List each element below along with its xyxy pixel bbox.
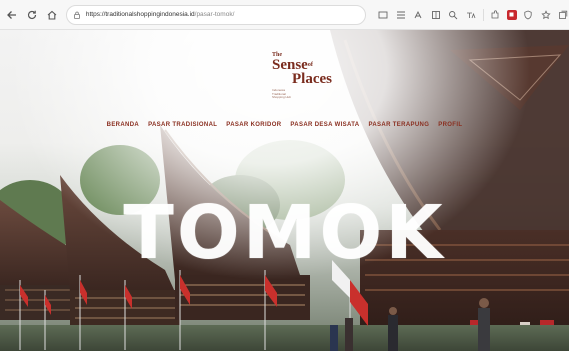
lock-icon [73, 11, 80, 19]
url-domain: https://traditionalshoppingindonesia.id [85, 11, 195, 18]
reader-icon[interactable] [430, 9, 442, 21]
menu-item-pasar-desa-wisata[interactable]: PASAR DESA WISATA [290, 122, 359, 128]
grid-icon[interactable] [395, 9, 407, 21]
toolbar-divider [482, 8, 484, 21]
url-path: /pasar-tomok/ [194, 11, 235, 18]
shield-icon[interactable] [522, 9, 534, 21]
site-logo[interactable]: The Senseof Places Indonesia Traditional… [272, 52, 352, 112]
translate-icon[interactable] [465, 9, 477, 21]
logo-places: Places [292, 71, 332, 87]
collections-icon[interactable] [557, 9, 569, 21]
address-bar[interactable]: https://traditionalshoppingindonesia.id /… [65, 4, 366, 25]
screen-icon[interactable] [377, 9, 389, 21]
page-viewport: The Senseof Places Indonesia Traditional… [0, 30, 569, 351]
menu-item-pasar-tradisional[interactable]: PASAR TRADISIONAL [148, 122, 217, 128]
home-icon[interactable] [45, 7, 60, 23]
back-icon[interactable] [5, 7, 20, 23]
extension-icon[interactable] [489, 9, 501, 21]
favorites-icon[interactable] [540, 9, 552, 21]
pdf-extension-icon[interactable] [506, 9, 517, 20]
zoom-icon[interactable] [447, 9, 459, 21]
main-menu: BERANDA PASAR TRADISIONAL PASAR KORIDOR … [0, 122, 569, 128]
logo-of: of [307, 62, 313, 68]
menu-item-beranda[interactable]: BERANDA [107, 122, 139, 128]
logo-tagline: Indonesia Traditional Shopping Hub [272, 88, 292, 100]
menu-item-pasar-koridor[interactable]: PASAR KORIDOR [226, 122, 281, 128]
menu-item-profil[interactable]: PROFIL [438, 122, 462, 128]
read-aloud-icon[interactable] [412, 9, 424, 21]
browser-toolbar: https://traditionalshoppingindonesia.id /… [0, 0, 569, 30]
hero-title: TOMOK [123, 190, 446, 276]
menu-item-pasar-terapung[interactable]: PASAR TERAPUNG [368, 122, 429, 128]
reload-icon[interactable] [25, 7, 40, 23]
